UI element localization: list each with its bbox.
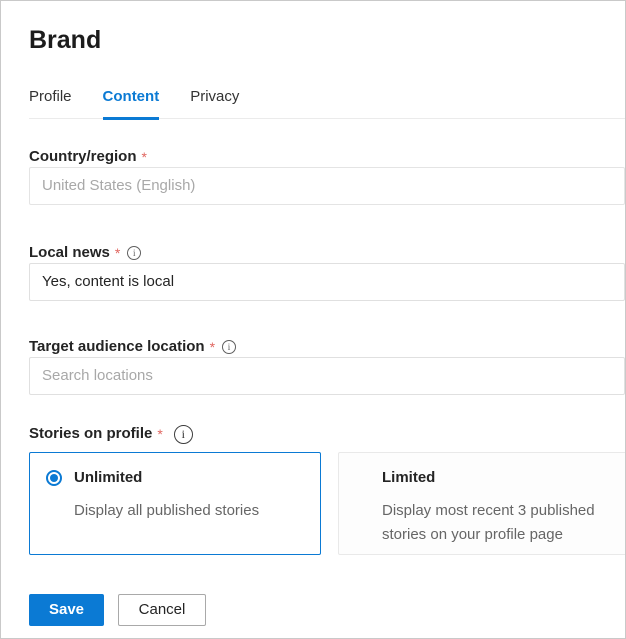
save-button[interactable]: Save — [29, 594, 104, 626]
page-title: Brand — [29, 27, 625, 55]
tab-bar: Profile Content Privacy — [29, 88, 625, 119]
country-input[interactable] — [29, 167, 625, 205]
target-audience-input[interactable] — [29, 357, 625, 395]
unlimited-title-row: Unlimited — [46, 470, 304, 486]
stories-field: Stories on profile * i — [29, 425, 625, 444]
stories-options: Unlimited Display all published stories … — [29, 452, 626, 555]
cancel-button[interactable]: Cancel — [118, 594, 206, 626]
info-icon[interactable]: i — [127, 246, 141, 260]
country-field: Country/region * — [29, 149, 625, 205]
limited-title-row: Limited — [382, 470, 610, 486]
action-buttons: Save Cancel — [29, 594, 625, 626]
country-label-row: Country/region * — [29, 149, 625, 165]
brand-settings-page: Brand Profile Content Privacy Country/re… — [0, 0, 626, 639]
required-marker: * — [157, 426, 162, 442]
local-news-field: Local news * i — [29, 245, 625, 301]
target-audience-field: Target audience location * i — [29, 339, 625, 395]
required-marker: * — [210, 339, 215, 355]
local-news-label-row: Local news * i — [29, 245, 625, 261]
stories-option-unlimited[interactable]: Unlimited Display all published stories — [29, 452, 321, 555]
required-marker: * — [115, 245, 120, 261]
stories-label-row: Stories on profile * i — [29, 425, 625, 444]
country-label: Country/region — [29, 149, 137, 165]
local-news-label: Local news — [29, 245, 110, 261]
limited-description: Display most recent 3 published stories … — [382, 499, 610, 547]
stories-option-limited[interactable]: Limited Display most recent 3 published … — [338, 452, 626, 555]
unlimited-title: Unlimited — [74, 470, 142, 486]
stories-label: Stories on profile — [29, 426, 152, 442]
tab-privacy[interactable]: Privacy — [190, 88, 239, 120]
info-icon[interactable]: i — [174, 425, 193, 444]
radio-selected-icon[interactable] — [46, 470, 62, 486]
required-marker: * — [142, 149, 147, 165]
limited-title: Limited — [382, 470, 435, 486]
local-news-input[interactable] — [29, 263, 625, 301]
unlimited-description: Display all published stories — [74, 499, 304, 523]
target-audience-label-row: Target audience location * i — [29, 339, 625, 355]
tab-profile[interactable]: Profile — [29, 88, 72, 120]
info-icon[interactable]: i — [222, 340, 236, 354]
target-audience-label: Target audience location — [29, 339, 205, 355]
tab-content[interactable]: Content — [103, 88, 160, 120]
